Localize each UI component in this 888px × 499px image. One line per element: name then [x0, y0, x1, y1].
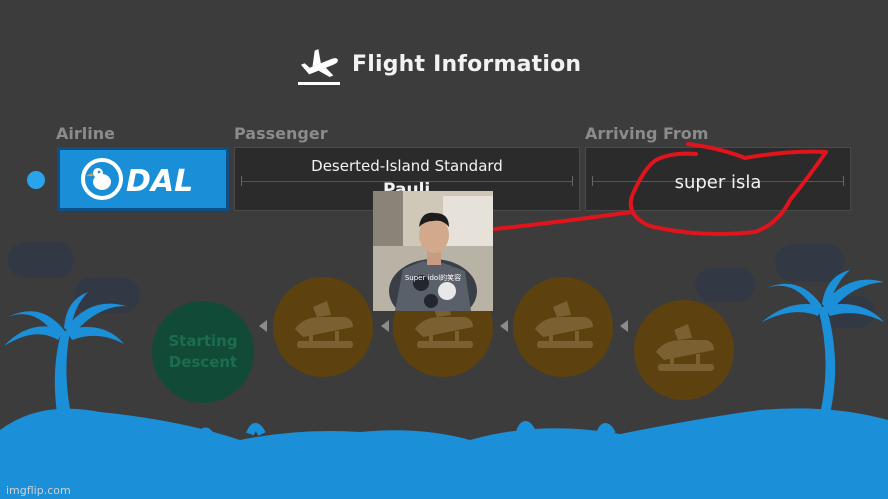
island-scenery: [0, 270, 888, 499]
watermark: imgflip.com: [6, 484, 71, 497]
